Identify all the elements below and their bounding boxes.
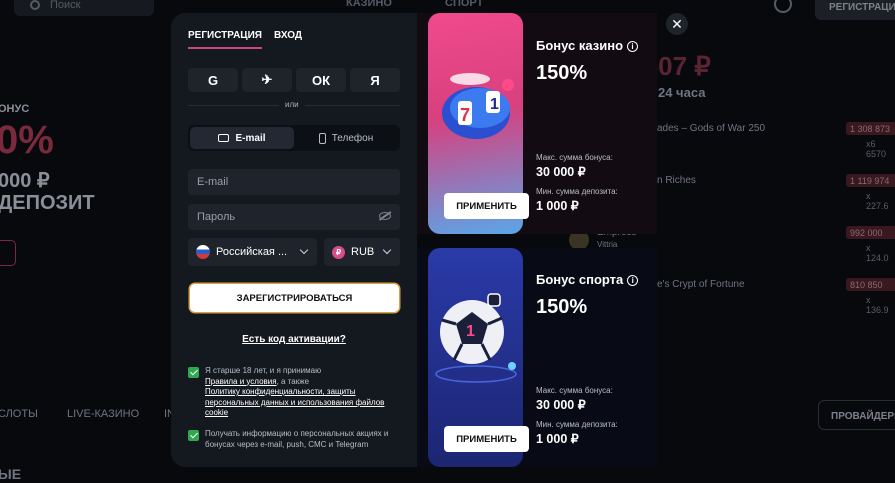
- svg-text:1: 1: [490, 96, 499, 113]
- bg-game-name[interactable]: ades – Gods of War 250: [657, 123, 765, 134]
- casino-bonus-card[interactable]: 7 1 ПРИМЕНИТЬ Бонус казино i 150% Макс. с…: [417, 13, 657, 234]
- min-deposit-label: Мин. сумма депозита:: [536, 420, 618, 429]
- info-icon[interactable]: i: [627, 275, 639, 286]
- casino-bonus-art: 7 1 ПРИМЕНИТЬ: [428, 13, 529, 234]
- bg-promo-button[interactable]: [0, 240, 16, 266]
- register-button[interactable]: ЗАРЕГИСТРИРОВАТЬСЯ: [190, 284, 399, 312]
- registration-panel: РЕГИСТРАЦИЯ ВХОД G ✈ ОК Я или E-mail Тел…: [171, 13, 417, 467]
- privacy-policy-link[interactable]: Политику конфиденциальности, защиты перс…: [205, 387, 384, 417]
- bg-nav-casino[interactable]: КАЗИНО: [346, 0, 392, 9]
- min-deposit-value: 1 000 ₽: [536, 432, 579, 446]
- mail-icon: [218, 134, 230, 142]
- bg-section-title: ЫЕ: [0, 466, 22, 482]
- marketing-checkbox[interactable]: [188, 430, 199, 441]
- bg-register-button[interactable]: РЕГИСТРАЦИЯ: [815, 0, 895, 20]
- bg-game-multiplier: x6 6570: [866, 139, 887, 159]
- auth-tabs: РЕГИСТРАЦИЯ ВХОД: [188, 30, 302, 49]
- russia-flag-icon: [196, 245, 210, 259]
- bg-promo-label: ОНУС: [0, 103, 30, 115]
- google-login-button[interactable]: G: [188, 68, 238, 92]
- age-terms-text: Я старше 18 лет, и я принимаю Правила и …: [205, 366, 385, 417]
- min-deposit-value: 1 000 ₽: [536, 199, 579, 213]
- activation-code-link[interactable]: Есть код активации?: [171, 334, 417, 345]
- chevron-down-icon: [299, 245, 309, 255]
- phone-method-button[interactable]: Телефон: [294, 127, 398, 149]
- logout-icon[interactable]: [774, 0, 792, 13]
- bg-game-multiplier: x 136.9: [866, 295, 889, 315]
- telegram-login-button[interactable]: ✈: [242, 68, 292, 92]
- apply-sport-bonus-button[interactable]: ПРИМЕНИТЬ: [444, 426, 529, 452]
- info-icon[interactable]: i: [627, 41, 639, 52]
- age-terms-checkbox[interactable]: [188, 367, 199, 378]
- bg-promo-text: 000 ₽ ДЕПОЗИТ: [0, 170, 95, 214]
- apply-casino-bonus-button[interactable]: ПРИМЕНИТЬ: [444, 193, 529, 219]
- search-icon: [30, 0, 40, 10]
- bg-game-name[interactable]: e's Crypt of Fortune: [657, 279, 745, 290]
- chevron-down-icon: [382, 245, 392, 255]
- ruble-icon: ₽: [332, 245, 345, 259]
- close-icon[interactable]: ✕: [666, 13, 688, 35]
- bg-nav-slots[interactable]: СЛОТЫ: [0, 408, 38, 420]
- bg-game-amount: 992 000: [846, 226, 895, 239]
- bg-promo-percent: 0%: [0, 118, 54, 162]
- sport-bonus-art: 1 ПРИМЕНИТЬ: [428, 248, 529, 467]
- max-bonus-value: 30 000 ₽: [536, 165, 586, 179]
- hide-password-icon[interactable]: [379, 212, 391, 220]
- svg-text:1: 1: [466, 323, 475, 340]
- currency-select[interactable]: ₽ RUB: [324, 238, 400, 266]
- country-select[interactable]: Российская ...: [188, 238, 317, 266]
- min-deposit-label: Мин. сумма депозита:: [536, 187, 618, 196]
- bg-nav-live[interactable]: LIVE-КАЗИНО: [67, 408, 139, 420]
- max-bonus-label: Макс. сумма бонуса:: [536, 153, 613, 162]
- bg-game-multiplier: x 227.6: [866, 191, 889, 211]
- password-field[interactable]: Пароль: [188, 204, 400, 230]
- terms-link[interactable]: Правила и условия: [205, 377, 277, 386]
- sport-bonus-percent: 150%: [536, 296, 588, 318]
- bg-game-name[interactable]: n Riches: [657, 175, 696, 186]
- bg-game-amount: 1 308 873: [846, 122, 895, 135]
- bg-search-input[interactable]: Поиск: [14, 0, 154, 16]
- sport-bonus-title: Бонус спорта i: [536, 272, 639, 287]
- tab-login[interactable]: ВХОД: [274, 30, 302, 49]
- bg-game-amount: 1 119 974: [846, 174, 895, 187]
- casino-bonus-percent: 150%: [536, 62, 588, 84]
- svg-text:7: 7: [460, 105, 470, 125]
- bg-providers-button[interactable]: ПРОВАЙДЕРЫ: [818, 400, 895, 430]
- max-bonus-value: 30 000 ₽: [536, 398, 586, 412]
- social-login-buttons: G ✈ ОК Я: [188, 68, 400, 92]
- sport-bonus-card[interactable]: 1 ПРИМЕНИТЬ Бонус спорта i 150% Макс. сум…: [417, 248, 657, 467]
- bg-game-multiplier: x 124.0: [866, 243, 889, 263]
- email-field[interactable]: E-mail: [188, 169, 400, 195]
- odnoklassniki-login-button[interactable]: ОК: [296, 68, 346, 92]
- signup-method-switch: E-mail Телефон: [188, 125, 400, 151]
- casino-bonus-title: Бонус казино i: [536, 38, 639, 53]
- or-label: или: [279, 100, 305, 109]
- max-bonus-label: Макс. сумма бонуса:: [536, 386, 613, 395]
- yandex-login-button[interactable]: Я: [350, 68, 400, 92]
- bg-nav-sport[interactable]: СПОРТ: [445, 0, 483, 9]
- bg-game-amount: 810 850: [846, 278, 895, 291]
- email-method-button[interactable]: E-mail: [190, 127, 294, 149]
- phone-icon: [318, 132, 326, 144]
- tab-registration[interactable]: РЕГИСТРАЦИЯ: [188, 30, 262, 49]
- marketing-text: Получать информацию о персональных акция…: [205, 429, 389, 449]
